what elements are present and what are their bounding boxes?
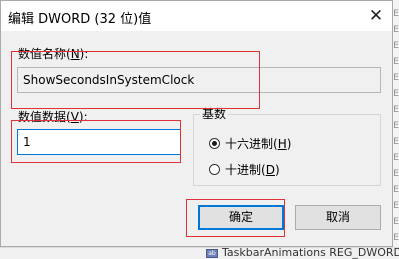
radio-checked-icon[interactable] [209,138,220,149]
cancel-button[interactable]: 取消 [295,205,381,230]
close-icon[interactable]: ✕ [359,1,393,31]
value-data-input[interactable]: 1 [17,129,181,155]
registry-value-row[interactable]: ab TaskbarAnimations REG_DWORD [0,247,399,259]
radio-decimal[interactable]: 十进制(D) [209,161,280,178]
registry-value-name: TaskbarAnimations REG_DWORD [222,247,399,259]
radio-hexadecimal-label: 十六进制(H) [225,137,292,151]
radio-unchecked-icon[interactable] [209,164,220,175]
value-data-label: 数值数据(V): [18,110,88,124]
radio-hexadecimal[interactable]: 十六进制(H) [209,135,291,152]
dialog-title: 编辑 DWORD (32 位)值 [8,12,152,27]
dialog-titlebar[interactable]: 编辑 DWORD (32 位)值 ✕ [1,1,392,31]
radio-decimal-label: 十进制(D) [225,163,280,177]
value-name-label: 数值名称(N): [18,47,89,61]
base-group-label: 基数 [200,105,229,122]
value-name-field[interactable]: ShowSecondsInSystemClock [17,67,381,93]
ok-button[interactable]: 确定 [198,205,284,230]
edit-dword-dialog: 编辑 DWORD (32 位)值 ✕ 数值名称(N): ShowSecondsI… [0,0,393,247]
registry-value-icon: ab [206,249,218,258]
